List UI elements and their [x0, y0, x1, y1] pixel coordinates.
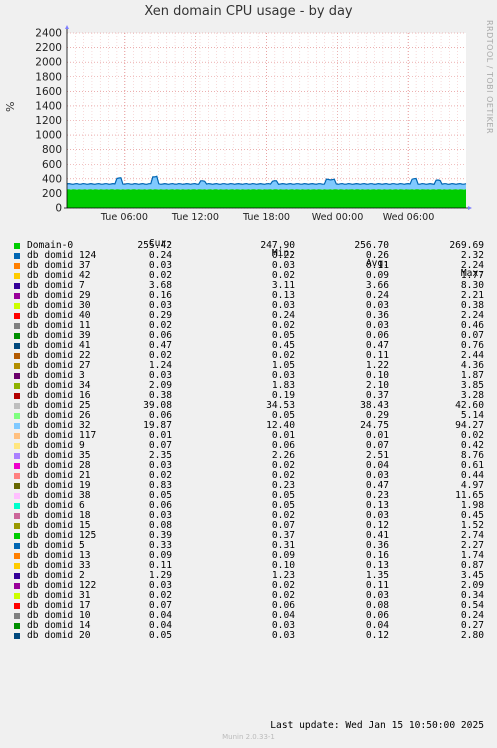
y-tick-label: 2000	[35, 57, 62, 69]
x-tick-label: Wed 00:00	[312, 212, 364, 223]
y-tick-label: 1200	[35, 115, 62, 127]
legend-swatch	[14, 633, 20, 639]
y-tick-label: 1400	[35, 100, 62, 112]
legend-swatch	[14, 483, 20, 489]
legend-swatch	[14, 293, 20, 299]
y-tick-label: 600	[42, 159, 62, 171]
y-tick-label: 1600	[35, 86, 62, 98]
y-tick-label: 400	[42, 173, 62, 185]
legend-swatch	[14, 303, 20, 309]
legend-max: 2.80	[460, 630, 484, 641]
legend-swatch	[14, 403, 20, 409]
legend-swatch	[14, 363, 20, 369]
legend-swatch	[14, 253, 20, 259]
legend-swatch	[14, 523, 20, 529]
legend-header: Cur: Min: Avg: Max:	[0, 229, 497, 279]
y-tick-label: 800	[42, 144, 62, 156]
legend-swatch	[14, 543, 20, 549]
legend-swatch	[14, 603, 20, 609]
legend-swatch	[14, 373, 20, 379]
legend-swatch	[14, 313, 20, 319]
y-tick-label: 1000	[35, 130, 62, 142]
legend-swatch	[14, 533, 20, 539]
y-tick-label: 1800	[35, 71, 62, 83]
y-tick-label: 2400	[35, 28, 62, 40]
legend-swatch	[14, 273, 20, 279]
y-tick-labels: 0 200 400 600 800 1000 1200 1400 1600 1800 2000 220…	[35, 28, 62, 215]
legend-swatch	[14, 513, 20, 519]
legend-swatch	[14, 613, 20, 619]
legend-swatch	[14, 243, 20, 249]
y-tick-label: 2200	[35, 42, 62, 54]
cpu-usage-chart: 0 200 400 600 800 1000 1200 1400 1600 1800 2000 220…	[35, 25, 472, 223]
legend-min: 0.03	[271, 630, 295, 641]
legend-swatch	[14, 563, 20, 569]
last-update: Last update: Wed Jan 15 10:50:00 2025	[270, 720, 484, 731]
munin-version: Munin 2.0.33-1	[222, 733, 275, 741]
legend-swatch	[14, 353, 20, 359]
y-tick-label: 0	[55, 203, 62, 215]
x-tick-label: Tue 12:00	[171, 212, 219, 223]
legend-swatch	[14, 553, 20, 559]
legend-swatch	[14, 263, 20, 269]
legend-swatch	[14, 573, 20, 579]
legend-swatch	[14, 503, 20, 509]
legend-swatch	[14, 413, 20, 419]
legend-label: db domid 20	[27, 630, 91, 641]
x-tick-label: Tue 18:00	[242, 212, 290, 223]
legend-swatch	[14, 393, 20, 399]
legend-swatch	[14, 323, 20, 329]
legend-swatch	[14, 453, 20, 459]
x-tick-label: Wed 06:00	[383, 212, 435, 223]
legend-swatch	[14, 283, 20, 289]
legend-row: db domid 20 0.05 0.03 0.12 2.80	[0, 631, 497, 641]
x-tick-labels: Tue 06:00 Tue 12:00 Tue 18:00 Wed 00:00 Wed …	[100, 212, 434, 223]
legend-swatch	[14, 583, 20, 589]
legend-swatch	[14, 383, 20, 389]
y-tick-label: 200	[42, 188, 62, 200]
legend-swatch	[14, 463, 20, 469]
x-axis-arrow	[468, 206, 472, 210]
y-axis-arrow	[65, 25, 69, 29]
legend-swatch	[14, 493, 20, 499]
chart-grid	[67, 32, 466, 209]
legend-swatch	[14, 433, 20, 439]
legend-swatch	[14, 423, 20, 429]
legend-avg: 0.12	[365, 630, 389, 641]
legend-swatch	[14, 343, 20, 349]
legend-cur: 0.05	[148, 630, 172, 641]
x-tick-label: Tue 06:00	[100, 212, 148, 223]
legend-swatch	[14, 333, 20, 339]
legend-swatch	[14, 473, 20, 479]
domain-0-area	[67, 189, 466, 208]
legend-swatch	[14, 593, 20, 599]
legend-swatch	[14, 623, 20, 629]
legend-swatch	[14, 443, 20, 449]
